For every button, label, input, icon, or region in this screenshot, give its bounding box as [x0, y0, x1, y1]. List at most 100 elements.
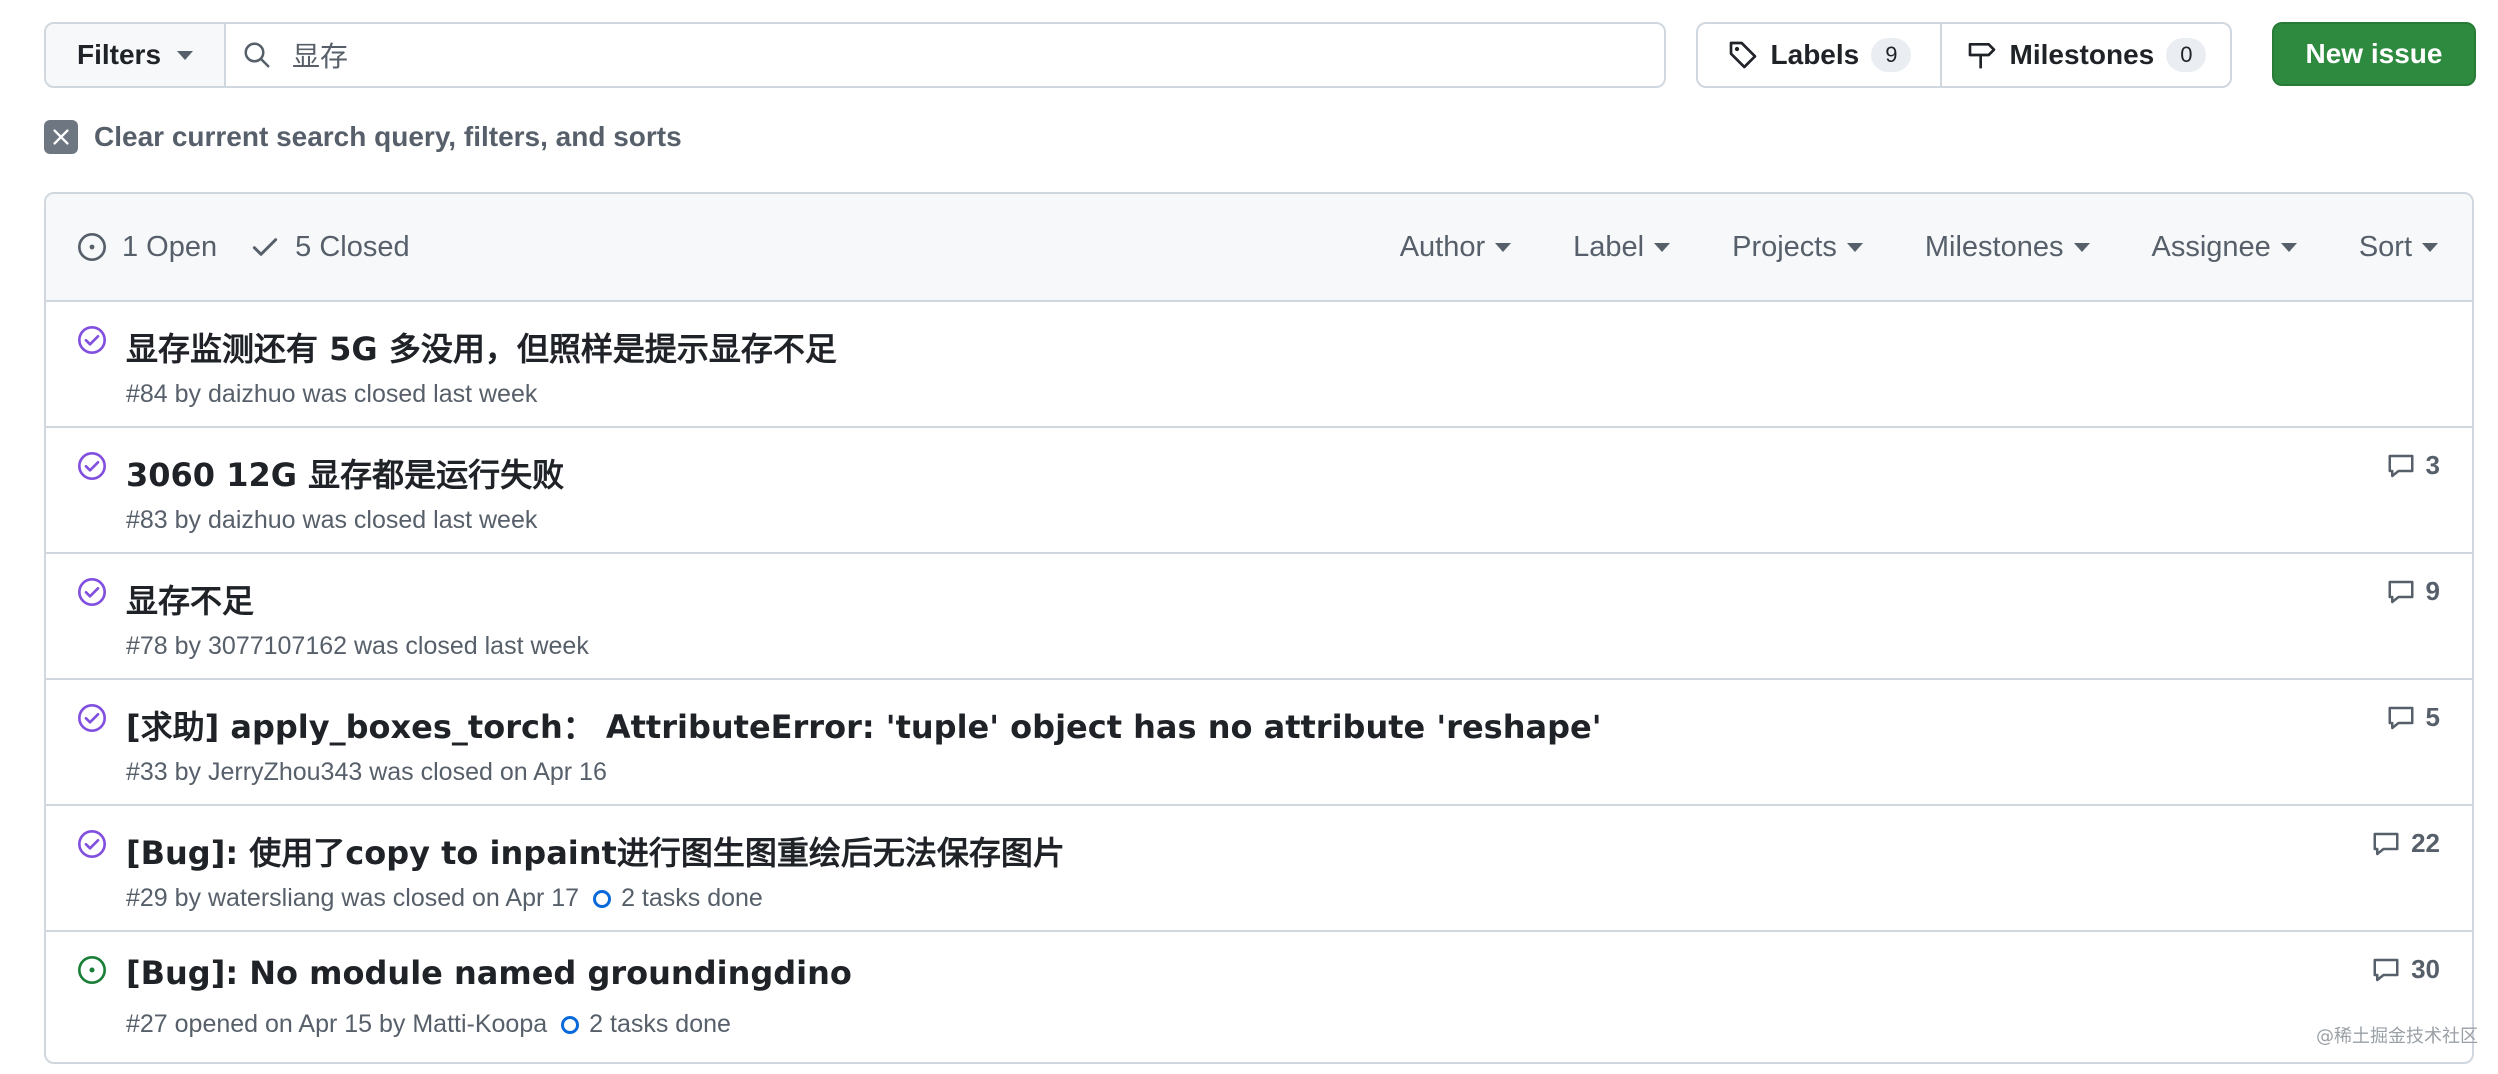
issue-row: 显存不足 #78 by 3077107162 was closed last w…	[46, 554, 2472, 680]
comments-link[interactable]: 3	[2386, 450, 2440, 481]
issue-title-link[interactable]: 显存不足	[126, 576, 254, 622]
issue-row: [Bug]: 使用了copy to inpaint进行图生图重绘后无法保存图片 …	[46, 806, 2472, 932]
task-progress[interactable]: 2 tasks done	[561, 1010, 731, 1039]
issue-meta-text: #27 opened on Apr 15 by Matti-Koopa	[126, 1010, 548, 1038]
state-tabs: 1 Open 5 Closed	[76, 231, 410, 264]
issue-closed-icon	[78, 452, 106, 480]
author-filter[interactable]: Author	[1399, 230, 1512, 264]
task-progress-label: 2 tasks done	[621, 884, 763, 912]
milestones-label: Milestones	[2009, 39, 2155, 70]
comment-icon	[2388, 454, 2414, 477]
comments-count: 22	[2411, 828, 2440, 858]
chevron-down-icon	[177, 50, 194, 60]
chevron-down-icon	[1654, 242, 1671, 252]
comments-count: 9	[2425, 576, 2440, 606]
clear-filters-link[interactable]: Clear current search query, filters, and…	[44, 120, 682, 154]
comment-icon	[2388, 580, 2414, 603]
issue-row: [Bug]: No module named groundingdino #27…	[46, 932, 2472, 1058]
issue-meta: #84 by daizhuo was closed last week	[126, 380, 537, 409]
author-filter-label: Author	[1399, 230, 1486, 263]
issue-title-link[interactable]: 3060 12G 显存都是运行失败	[126, 450, 564, 496]
issue-meta-text: #33 by JerryZhou343 was closed on Apr 16	[126, 758, 607, 786]
issue-closed-icon	[78, 578, 106, 606]
labels-count-badge: 9	[1871, 38, 1912, 72]
issue-row: 3060 12G 显存都是运行失败 #83 by daizhuo was clo…	[46, 428, 2472, 554]
comments-link[interactable]: 9	[2386, 576, 2440, 607]
close-icon	[44, 120, 78, 154]
tab-open-label: 1 Open	[122, 230, 218, 263]
milestones-count-badge: 0	[2166, 38, 2207, 72]
issues-toolbar: Filters Labels 9 Milestones 0	[44, 22, 2476, 88]
filters-label: Filters	[76, 39, 162, 70]
tab-closed-label: 5 Closed	[295, 230, 410, 263]
milestones-filter-label: Milestones	[1924, 230, 2064, 263]
issue-title-link[interactable]: [求助] apply_boxes_torch： AttributeError: …	[126, 702, 1602, 748]
issue-row: [求助] apply_boxes_torch： AttributeError: …	[46, 680, 2472, 806]
assignee-filter-label: Assignee	[2151, 230, 2271, 263]
comments-count: 5	[2425, 702, 2440, 732]
comments-link[interactable]: 30	[2371, 954, 2440, 985]
chevron-down-icon	[1846, 242, 1863, 252]
check-icon	[253, 238, 278, 256]
comment-icon	[2373, 958, 2399, 981]
tag-icon	[1729, 41, 1756, 69]
task-progress[interactable]: 2 tasks done	[593, 884, 763, 913]
issue-closed-icon	[78, 704, 106, 732]
issue-title-link[interactable]: [Bug]: No module named groundingdino	[126, 954, 852, 992]
issue-meta-text: #83 by daizhuo was closed last week	[126, 506, 538, 534]
chevron-down-icon	[2280, 242, 2297, 252]
issue-meta: #29 by watersliang was closed on Apr 17 …	[126, 884, 763, 913]
tab-closed[interactable]: 5 Closed	[249, 230, 410, 264]
comments-link[interactable]: 5	[2386, 702, 2440, 733]
sort-filters: Author Label Projects Milestones Assigne…	[1400, 231, 2438, 264]
clear-filters-label: Clear current search query, filters, and…	[94, 121, 682, 152]
label-filter[interactable]: Label	[1573, 230, 1671, 264]
search-icon	[244, 42, 270, 68]
watermark: @稀土掘金技术社区	[2316, 1026, 2478, 1047]
comments-link[interactable]: 22	[2371, 828, 2440, 859]
issue-meta: #83 by daizhuo was closed last week	[126, 506, 537, 535]
labels-milestones-group: Labels 9 Milestones 0	[1696, 22, 2232, 88]
issue-row: 显存监测还有 5G 多没用，但照样是提示显存不足 #84 by daizhuo …	[46, 302, 2472, 428]
comment-icon	[2388, 706, 2414, 729]
issue-meta-text: #84 by daizhuo was closed last week	[126, 380, 538, 408]
issue-open-icon	[78, 956, 106, 984]
chevron-down-icon	[2422, 242, 2438, 252]
labels-button[interactable]: Labels 9	[1698, 24, 1942, 86]
sort-dropdown[interactable]: Sort	[2359, 231, 2438, 264]
filters-button[interactable]: Filters	[46, 24, 226, 86]
milestone-icon	[1968, 43, 1995, 69]
milestones-button[interactable]: Milestones 0	[1942, 24, 2230, 86]
issue-meta-text: #29 by watersliang was closed on Apr 17	[126, 884, 580, 912]
comments-count: 3	[2425, 450, 2440, 480]
issue-list: 1 Open 5 Closed Author Label Projects Mi…	[44, 192, 2474, 1064]
issue-open-icon	[78, 233, 106, 261]
task-progress-icon	[561, 1015, 580, 1034]
issue-title-link[interactable]: 显存监测还有 5G 多没用，但照样是提示显存不足	[126, 324, 837, 370]
issue-closed-icon	[78, 830, 106, 858]
issue-meta: #27 opened on Apr 15 by Matti-Koopa 2 ta…	[126, 1010, 731, 1039]
comment-icon	[2373, 832, 2399, 855]
chevron-down-icon	[1495, 242, 1512, 252]
issue-meta-text: #78 by 3077107162 was closed last week	[126, 632, 589, 660]
task-progress-label: 2 tasks done	[589, 1010, 731, 1038]
projects-filter-label: Projects	[1732, 230, 1837, 263]
search-input[interactable]	[290, 37, 1594, 73]
comments-count: 30	[2411, 954, 2440, 984]
issue-meta: #33 by JerryZhou343 was closed on Apr 16	[126, 758, 607, 787]
task-progress-icon	[593, 889, 612, 908]
projects-filter[interactable]: Projects	[1732, 231, 1863, 264]
milestones-filter[interactable]: Milestones	[1925, 231, 2090, 264]
chevron-down-icon	[2073, 242, 2090, 252]
search-box[interactable]	[226, 24, 1664, 86]
tab-open[interactable]: 1 Open	[76, 231, 217, 264]
new-issue-button[interactable]: New issue	[2272, 22, 2476, 86]
issue-meta: #78 by 3077107162 was closed last week	[126, 632, 589, 661]
assignee-filter[interactable]: Assignee	[2152, 231, 2297, 264]
issue-list-header: 1 Open 5 Closed Author Label Projects Mi…	[46, 194, 2472, 302]
label-filter-label: Label	[1573, 230, 1645, 263]
filters-search-group: Filters	[44, 22, 1666, 88]
issue-closed-icon	[78, 326, 106, 354]
issue-title-link[interactable]: [Bug]: 使用了copy to inpaint进行图生图重绘后无法保存图片	[126, 828, 1065, 874]
sort-dropdown-label: Sort	[2358, 230, 2412, 263]
